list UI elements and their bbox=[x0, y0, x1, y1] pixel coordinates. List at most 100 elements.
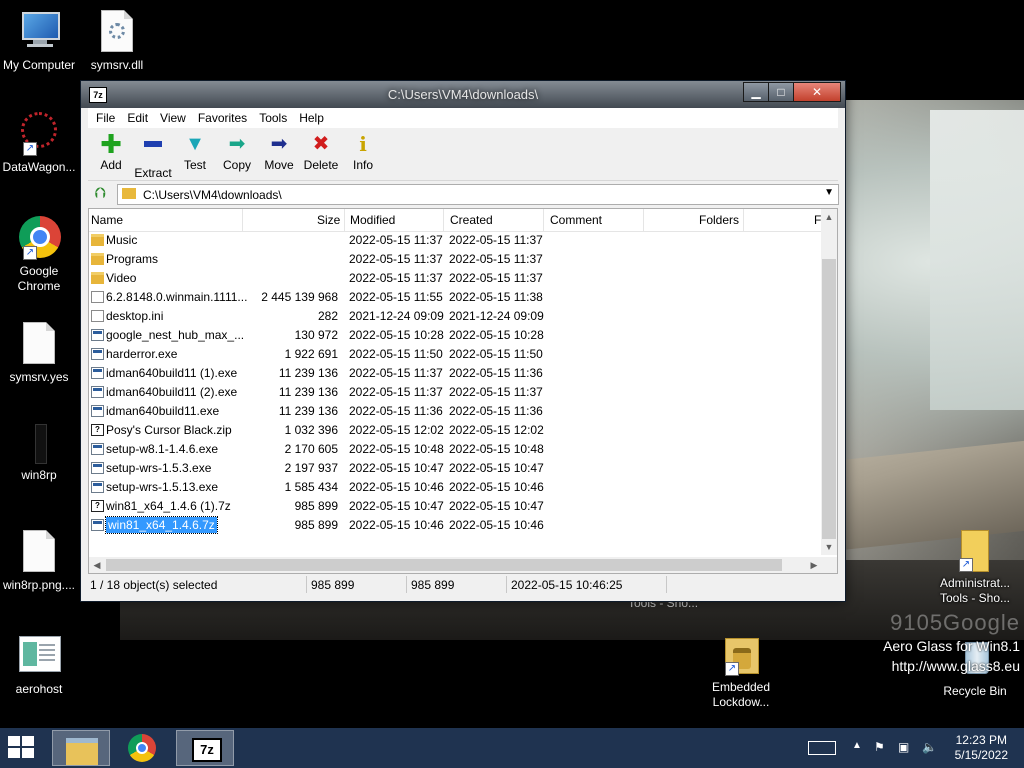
scroll-thumb[interactable] bbox=[106, 559, 782, 571]
column-folders[interactable]: Folders bbox=[699, 213, 739, 227]
table-row[interactable]: setup-w8.1-1.4.6.exe 2 170 605 2022-05-15 … bbox=[89, 440, 822, 459]
delete-button[interactable]: ✖ Delete bbox=[300, 128, 342, 180]
table-row[interactable]: google_nest_hub_max_... 130 972 2022-05-15… bbox=[89, 326, 822, 345]
file-icon bbox=[91, 310, 104, 322]
desktop-icon-my-computer[interactable]: My Computer bbox=[0, 10, 78, 73]
column-comment[interactable]: Comment bbox=[550, 213, 602, 227]
vertical-scrollbar[interactable]: ▲ ▼ bbox=[821, 209, 837, 555]
desktop-icon-google-chrome[interactable]: ↗ Google Chrome bbox=[0, 216, 78, 294]
column-modified[interactable]: Modified bbox=[350, 213, 395, 227]
minimize-button[interactable]: ▁ bbox=[743, 82, 769, 102]
table-row[interactable]: idman640build11 (1).exe 11 239 136 2022-05… bbox=[89, 364, 822, 383]
executable-icon bbox=[91, 329, 104, 341]
file-modified-cell: 2022-05-15 10:46 bbox=[349, 480, 444, 494]
table-row[interactable]: desktop.ini 282 2021-12-24 09:09 2021-12-24… bbox=[89, 307, 822, 326]
info-button[interactable]: i Info bbox=[342, 128, 384, 180]
table-row[interactable]: ? Posy's Cursor Black.zip 1 032 396 2022-05… bbox=[89, 421, 822, 440]
volume-muted-icon[interactable]: 🔈 bbox=[922, 740, 937, 754]
move-button[interactable]: ➡ Move bbox=[258, 128, 300, 180]
start-button[interactable] bbox=[8, 736, 36, 760]
taskbar-file-explorer[interactable] bbox=[52, 730, 110, 766]
desktop-icon-win8rp[interactable]: win8rp bbox=[0, 420, 78, 483]
table-row[interactable]: Video 2022-05-15 11:37 2022-05-15 11:37 bbox=[89, 269, 822, 288]
test-button[interactable]: ▼ Test bbox=[174, 128, 216, 180]
info-icon: i bbox=[359, 132, 367, 156]
scroll-up-icon[interactable]: ▲ bbox=[821, 209, 837, 225]
status-modified: 2022-05-15 10:46:25 bbox=[511, 578, 623, 592]
taskbar: 7z ▲ ⚑ ▣ 🔈 12:23 PM 5/15/2022 bbox=[0, 728, 1024, 768]
horizontal-scrollbar[interactable]: ◀ ▶ bbox=[89, 557, 822, 573]
table-row[interactable]: win81_x64_1.4.6.7z 985 899 2022-05-15 10:4… bbox=[89, 516, 822, 535]
desktop-icon-label: win8rp bbox=[21, 468, 57, 482]
desktop-icon-aerohost[interactable]: aerohost bbox=[0, 634, 78, 697]
copy-button[interactable]: ➡ Copy bbox=[216, 128, 258, 180]
window-titlebar[interactable]: 7z C:\Users\VM4\downloads\ ▁ □ ✕ bbox=[81, 81, 845, 108]
desktop-icon-datawagon[interactable]: ↗ DataWagon... bbox=[0, 112, 78, 175]
file-list[interactable]: Name Size Modified Created Comment Folde… bbox=[88, 208, 838, 574]
action-center-icon[interactable]: ⚑ bbox=[874, 740, 885, 754]
menu-tools[interactable]: Tools bbox=[253, 108, 293, 128]
menu-favorites[interactable]: Favorites bbox=[192, 108, 253, 128]
folder-icon bbox=[91, 234, 104, 246]
menu-view[interactable]: View bbox=[154, 108, 192, 128]
file-name-cell: idman640build11 (2).exe bbox=[106, 385, 238, 399]
folder-icon bbox=[91, 253, 104, 265]
desktop-icon-win8rp-png[interactable]: win8rp.png.... bbox=[0, 530, 78, 593]
add-button[interactable]: ✚ Add bbox=[90, 128, 132, 180]
show-hidden-icons[interactable]: ▲ bbox=[852, 740, 862, 751]
menu-file[interactable]: File bbox=[90, 108, 121, 128]
file-size-cell: 2 197 937 bbox=[284, 461, 338, 475]
close-button[interactable]: ✕ bbox=[793, 82, 841, 102]
taskbar-7zip[interactable]: 7z bbox=[176, 730, 234, 766]
file-created-cell: 2022-05-15 11:37 bbox=[449, 252, 543, 266]
chevron-down-icon[interactable]: ▼ bbox=[824, 187, 834, 198]
table-row[interactable]: harderror.exe 1 922 691 2022-05-15 11:50 20… bbox=[89, 345, 822, 364]
file-created-cell: 2022-05-15 11:36 bbox=[449, 404, 543, 418]
network-icon[interactable]: ▣ bbox=[898, 740, 909, 754]
table-row[interactable]: ? win81_x64_1.4.6 (1).7z 985 899 2022-05-15… bbox=[89, 497, 822, 516]
menu-edit[interactable]: Edit bbox=[121, 108, 154, 128]
desktop-icon-label: DataWagon... bbox=[2, 160, 76, 174]
aerohost-icon bbox=[17, 634, 61, 678]
table-row[interactable]: Programs 2022-05-15 11:37 2022-05-15 11:37 bbox=[89, 250, 822, 269]
file-modified-cell: 2022-05-15 10:48 bbox=[349, 442, 444, 456]
taskbar-clock[interactable]: 12:23 PM 5/15/2022 bbox=[955, 733, 1008, 763]
archive-icon: ? bbox=[91, 424, 104, 436]
scroll-right-icon[interactable]: ▶ bbox=[806, 557, 822, 573]
table-row[interactable]: idman640build11 (2).exe 11 239 136 2022-05… bbox=[89, 383, 822, 402]
scroll-thumb[interactable] bbox=[822, 259, 836, 539]
table-row[interactable]: 6.2.8148.0.winmain.1111... 2 445 139 968 2… bbox=[89, 288, 822, 307]
file-created-cell: 2022-05-15 11:37 bbox=[449, 385, 543, 399]
scroll-left-icon[interactable]: ◀ bbox=[89, 557, 105, 573]
desktop-icon-embedded-lockdown[interactable]: ↗ Embedded Lockdow... bbox=[702, 632, 780, 710]
file-modified-cell: 2022-05-15 10:28 bbox=[349, 328, 444, 342]
desktop-icon-symsrv-dll[interactable]: symsrv.dll bbox=[78, 10, 156, 73]
column-created[interactable]: Created bbox=[450, 213, 493, 227]
column-size[interactable]: Size bbox=[317, 213, 340, 227]
file-name-cell: idman640build11.exe bbox=[106, 404, 220, 418]
folder-icon bbox=[122, 188, 136, 199]
shortcut-arrow-icon: ↗ bbox=[23, 142, 37, 156]
table-row[interactable]: setup-wrs-1.5.3.exe 2 197 937 2022-05-15 1… bbox=[89, 459, 822, 478]
desktop-icon-symsrv-yes[interactable]: symsrv.yes bbox=[0, 322, 78, 385]
file-rows: Music 2022-05-15 11:37 2022-05-15 11:37 Pro… bbox=[89, 231, 822, 535]
7zip-file-manager-window[interactable]: 7z C:\Users\VM4\downloads\ ▁ □ ✕ File Ed… bbox=[80, 80, 846, 602]
folder-icon bbox=[91, 272, 104, 284]
column-name[interactable]: Name bbox=[91, 213, 123, 227]
address-field[interactable]: C:\Users\VM4\downloads\ ▼ bbox=[117, 184, 839, 205]
up-folder-icon[interactable]: ⮉ bbox=[91, 185, 109, 203]
menu-help[interactable]: Help bbox=[293, 108, 330, 128]
table-row[interactable]: Music 2022-05-15 11:37 2022-05-15 11:37 bbox=[89, 231, 822, 250]
file-name-cell: setup-w8.1-1.4.6.exe bbox=[106, 442, 219, 456]
computer-icon bbox=[17, 10, 61, 54]
table-row[interactable]: setup-wrs-1.5.13.exe 1 585 434 2022-05-15 … bbox=[89, 478, 822, 497]
extract-button[interactable]: Extract bbox=[132, 128, 174, 180]
taskbar-chrome[interactable] bbox=[114, 730, 172, 766]
desktop-icon-admin-tools[interactable]: ↗ Administrat... Tools - Sho... bbox=[932, 528, 1018, 606]
maximize-button[interactable]: □ bbox=[768, 82, 794, 102]
folder-lock-icon: ↗ bbox=[719, 632, 763, 676]
file-size-cell: 2 170 605 bbox=[284, 442, 338, 456]
scroll-down-icon[interactable]: ▼ bbox=[821, 539, 837, 555]
table-row[interactable]: idman640build11.exe 11 239 136 2022-05-15 … bbox=[89, 402, 822, 421]
file-modified-cell: 2022-05-15 10:47 bbox=[349, 461, 444, 475]
